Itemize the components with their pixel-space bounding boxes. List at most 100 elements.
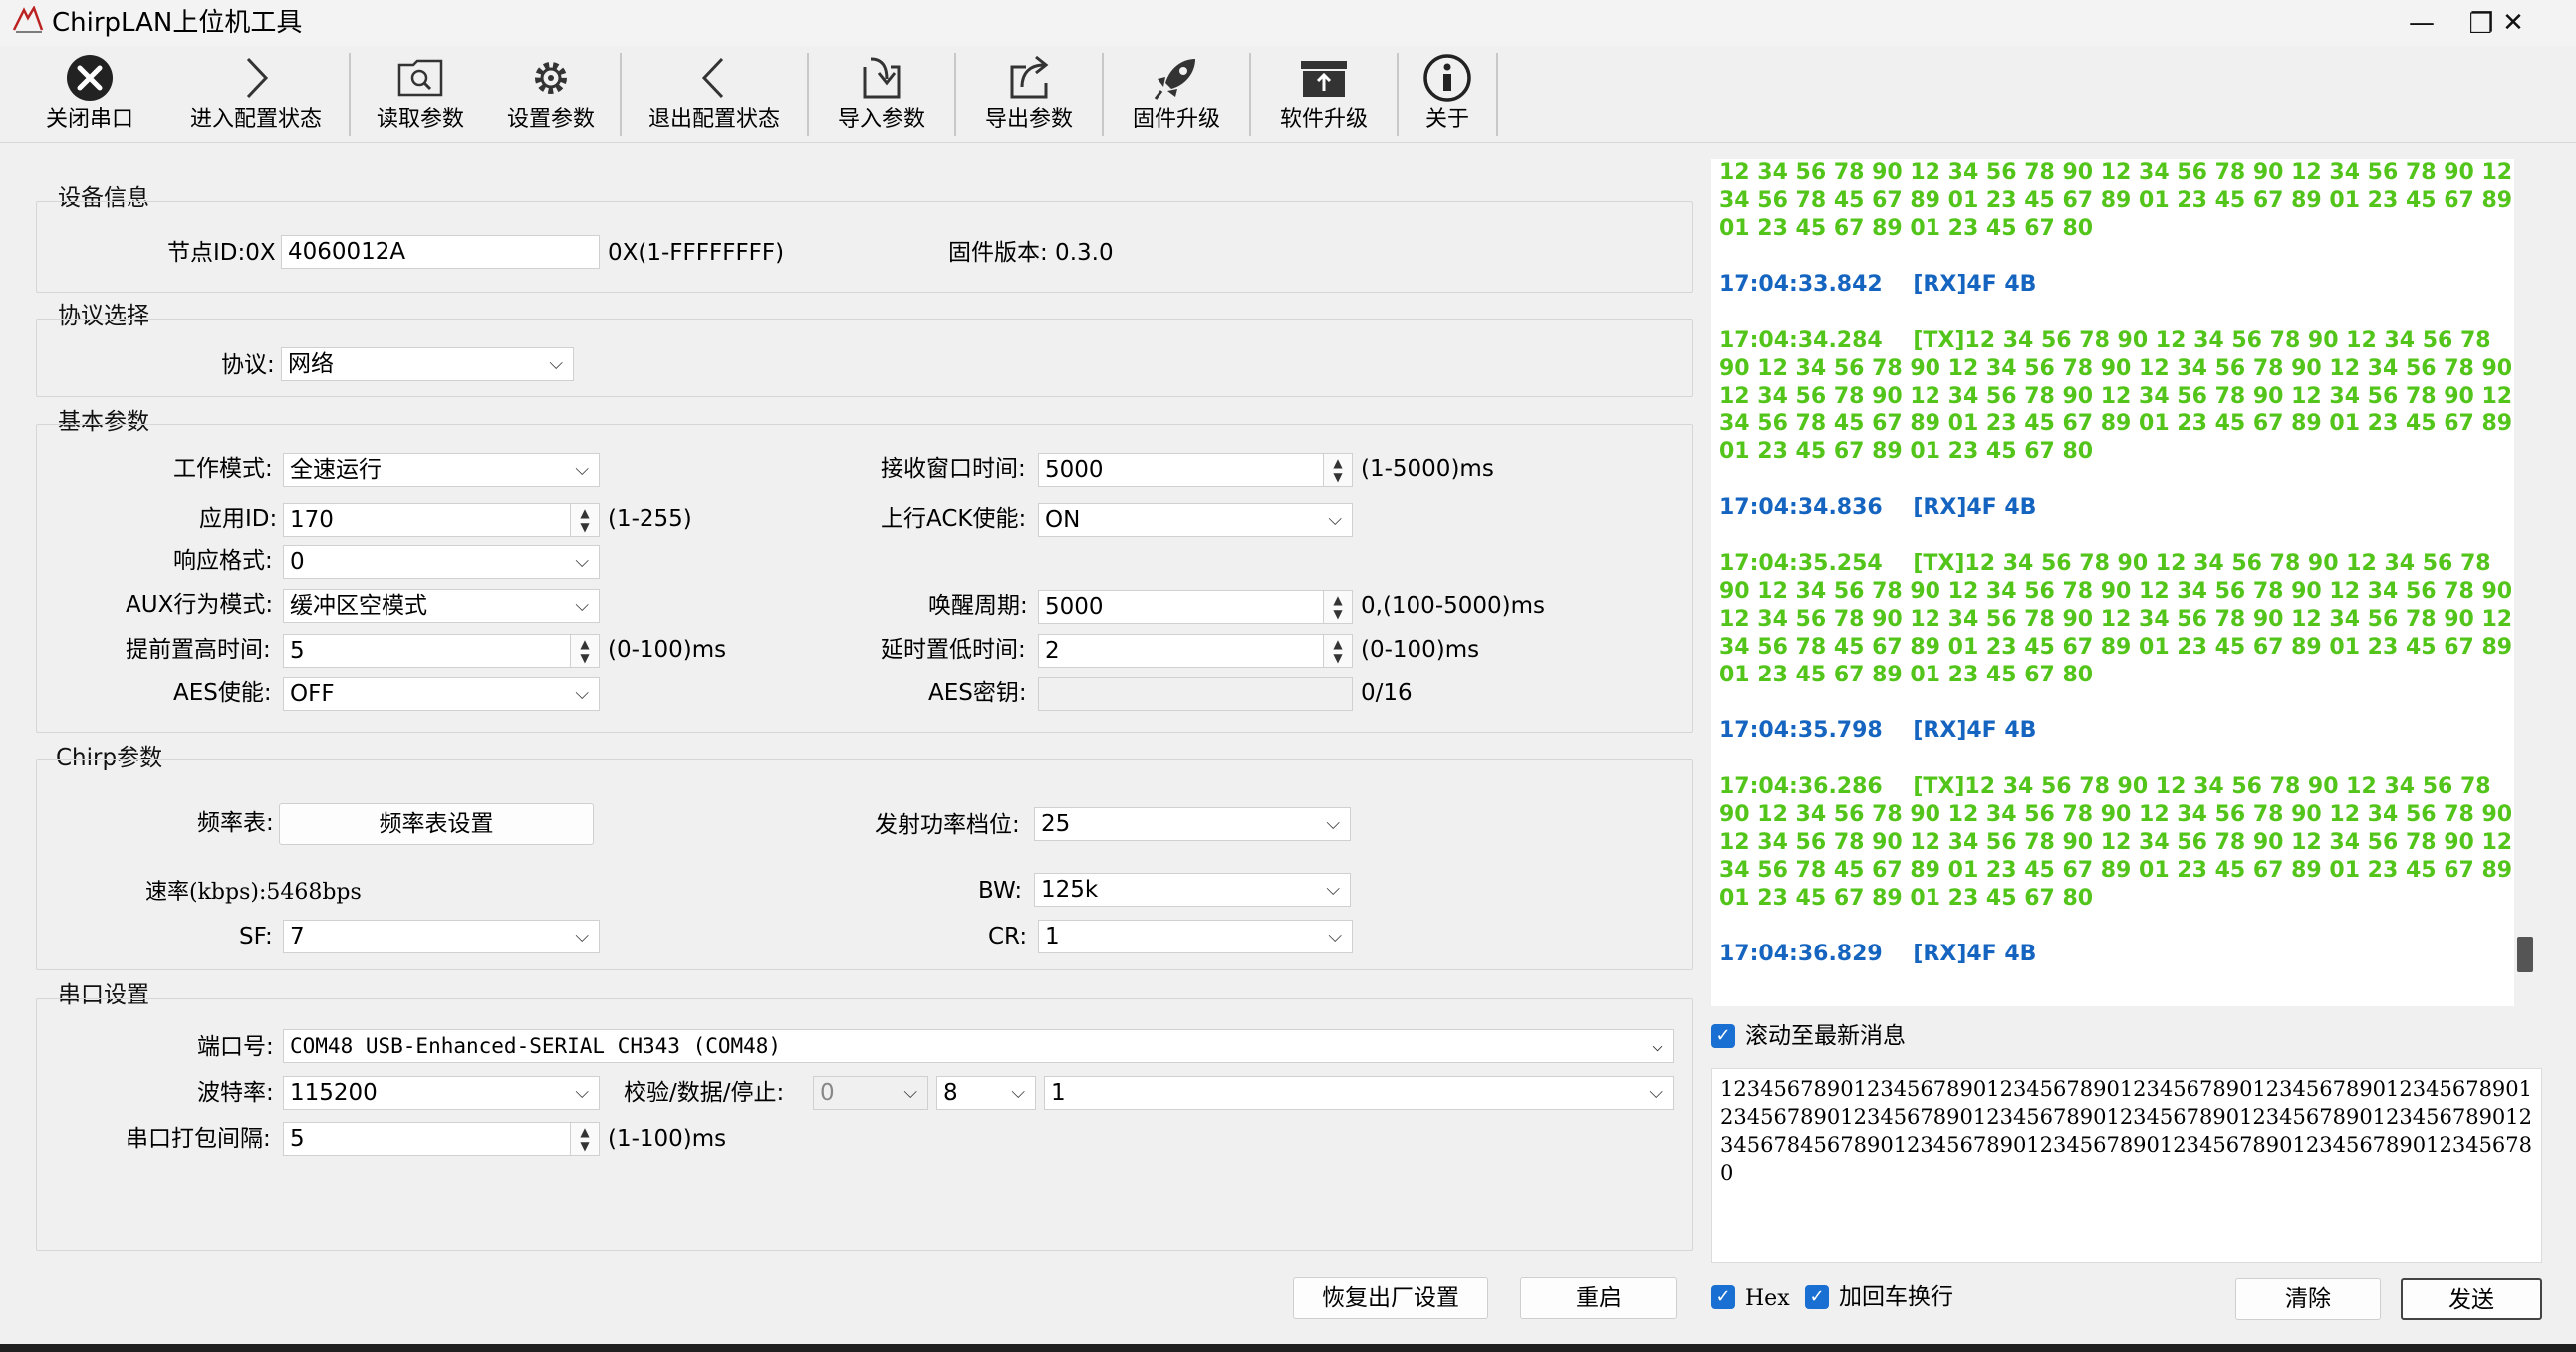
bw-value: 125k [1041,877,1099,903]
spin-arrows-icon[interactable]: ▲ ▼ [570,504,599,536]
send-button[interactable]: 发送 [2401,1278,2542,1320]
ack-value: ON [1045,507,1081,533]
chevron-down-icon: ⌵ [1649,1082,1663,1103]
log-entry-rx: 17:04:36.829 [RX]4F 4B [1719,942,2037,966]
enter-config-button[interactable]: 进入配置状态 [167,50,345,139]
app-id-value: 170 [290,507,334,533]
cr-label: CR: [988,924,1028,949]
baud-select[interactable]: 115200 ⌵ [283,1076,600,1110]
ack-select[interactable]: ON ⌵ [1038,503,1353,537]
interval-label: 串口打包间隔: [126,1126,271,1152]
toolbar-label: 关于 [1424,107,1469,132]
pre-high-label: 提前置高时间: [126,637,271,663]
pre-high-value: 5 [290,638,305,664]
delay-low-spinbox[interactable]: 2 ▲ ▼ [1038,634,1353,668]
import-params-button[interactable]: 导入参数 [813,50,950,139]
pre-high-spinbox[interactable]: 5 ▲ ▼ [283,634,600,668]
checkmark-icon: ✓ [1809,1286,1825,1307]
export-params-button[interactable]: 导出参数 [960,50,1098,139]
chevron-down-icon: ⌵ [575,551,589,572]
about-button[interactable]: 关于 [1403,50,1492,139]
bw-select[interactable]: 125k ⌵ [1034,873,1351,907]
app-id-spinbox[interactable]: 170 ▲ ▼ [283,503,600,537]
toolbar-divider-line [0,142,2576,143]
power-select[interactable]: 25 ⌵ [1034,807,1351,841]
crlf-label: 加回车换行 [1839,1284,1953,1310]
aes-enable-select[interactable]: OFF ⌵ [283,677,600,711]
set-params-button[interactable]: 设置参数 [486,50,616,139]
wake-spinbox[interactable]: 5000 ▲ ▼ [1038,590,1353,624]
chevron-down-icon: ⌵ [903,1082,917,1103]
app-id-hint: (1-255) [608,506,692,532]
restart-button[interactable]: 重启 [1520,1277,1677,1319]
node-id-input[interactable]: 4060012A [281,235,600,269]
chevron-left-icon [701,57,724,99]
parity-select[interactable]: 0 ⌵ [813,1076,928,1110]
chevron-down-icon: ⌵ [575,1082,589,1103]
factory-reset-button[interactable]: 恢复出厂设置 [1293,1277,1488,1319]
aux-select[interactable]: 缓冲区空模式 ⌵ [283,589,600,623]
stop-bits-select[interactable]: 1 ⌵ [1044,1076,1674,1110]
rx-window-hint: (1-5000)ms [1361,456,1494,482]
interval-hint: (1-100)ms [608,1126,727,1152]
window-title: ChirpLAN上位机工具 [52,8,303,38]
ack-label: 上行ACK使能: [881,506,1027,532]
aes-enable-label: AES使能: [173,680,272,706]
freq-table-label: 频率表: [197,810,274,836]
gear-icon [535,62,567,94]
spin-arrows-icon[interactable]: ▲ ▼ [1323,635,1352,667]
interval-spinbox[interactable]: 5 ▲ ▼ [283,1122,600,1156]
log-entry-tx: 12 34 56 78 90 12 34 56 78 90 12 34 56 7… [1719,160,2513,241]
hex-checkbox[interactable]: ✓ [1711,1285,1735,1309]
toolbar-label: 读取参数 [376,107,464,132]
app-window: ChirpLAN上位机工具 — ❐ ✕ 关闭串口 进入配置状态 读取参数 设置参… [0,0,2576,1352]
rx-window-spinbox[interactable]: 5000 ▲ ▼ [1038,453,1353,487]
log-scrollbar[interactable] [2514,159,2536,1006]
send-textarea[interactable]: 1234567890123456789012345678901234567890… [1711,1068,2542,1263]
log-panel[interactable]: 12 34 56 78 90 12 34 56 78 90 12 34 56 7… [1711,159,2514,1006]
read-params-button[interactable]: 读取参数 [355,50,486,139]
freq-table-button[interactable]: 频率表设置 [279,803,594,845]
spin-arrows-icon[interactable]: ▲ ▼ [1323,591,1352,623]
resp-format-value: 0 [290,549,305,575]
scroll-latest-checkbox[interactable]: ✓ [1711,1024,1735,1048]
log-entry-tx: 17:04:36.286 [TX]12 34 56 78 90 12 34 56… [1719,774,2513,911]
power-value: 25 [1041,811,1071,837]
resp-format-select[interactable]: 0 ⌵ [283,545,600,579]
sf-label: SF: [239,924,273,949]
baud-value: 115200 [290,1080,378,1106]
close-port-button[interactable]: 关闭串口 [12,50,167,139]
stop-bits-value: 1 [1051,1080,1066,1106]
sf-select[interactable]: 7 ⌵ [283,920,600,953]
port-select[interactable]: COM48 USB-Enhanced-SERIAL CH343 (COM48) ⌵ [283,1029,1674,1063]
log-entry-rx: 17:04:35.798 [RX]4F 4B [1719,718,2037,743]
firmware-version: 固件版本: 0.3.0 [948,240,1114,266]
data-bits-select[interactable]: 8 ⌵ [936,1076,1036,1110]
taskbar-edge [0,1344,2576,1352]
close-button[interactable]: ✕ [2468,0,2558,46]
log-entry-rx: 17:04:33.842 [RX]4F 4B [1719,272,2037,297]
spin-arrows-icon[interactable]: ▲ ▼ [1323,454,1352,486]
wake-label: 唤醒周期: [928,593,1028,619]
aes-key-input[interactable] [1038,677,1353,711]
delay-low-value: 2 [1045,638,1060,664]
parity-label: 校验/数据/停止: [624,1080,785,1106]
exit-config-button[interactable]: 退出配置状态 [626,50,803,139]
spin-arrows-icon[interactable]: ▲ ▼ [570,635,599,667]
sf-value: 7 [290,924,305,949]
toolbar-label: 退出配置状态 [647,107,780,132]
firmware-upgrade-button[interactable]: 固件升级 [1108,50,1245,139]
protocol-select[interactable]: 网络 ⌵ [281,347,574,381]
chevron-down-icon: ⌵ [1011,1082,1025,1103]
spin-arrows-icon[interactable]: ▲ ▼ [570,1123,599,1155]
software-upgrade-button[interactable]: 软件升级 [1255,50,1393,139]
cr-select[interactable]: 1 ⌵ [1038,920,1353,953]
interval-value: 5 [290,1126,305,1152]
scroll-thumb[interactable] [2517,937,2533,972]
chevron-down-icon: ⌵ [549,353,563,374]
crlf-checkbox[interactable]: ✓ [1805,1285,1829,1309]
work-mode-select[interactable]: 全速运行 ⌵ [283,453,600,487]
clear-button[interactable]: 清除 [2235,1278,2381,1320]
toolbar-divider [1102,53,1104,136]
chevron-down-icon: ⌵ [575,459,589,480]
